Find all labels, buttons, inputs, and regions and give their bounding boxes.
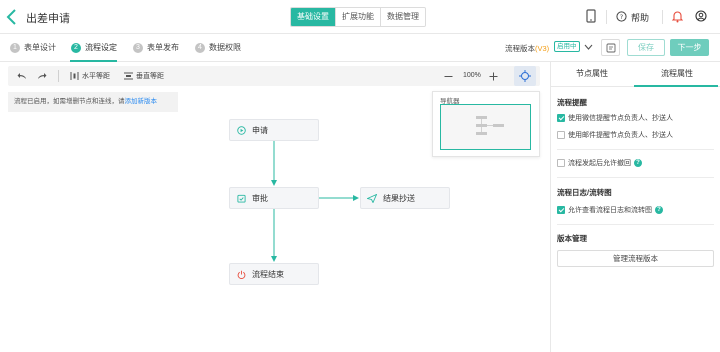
reminder-section-title: 流程提醒 [557,98,587,107]
log-section-title: 流程日志/流转图 [557,188,612,197]
node-label: 审批 [252,193,268,203]
panel-divider [557,177,714,178]
active-panel-tab-underline [634,85,718,87]
email-reminder-checkbox[interactable] [557,131,565,139]
node-label: 申请 [252,125,268,135]
node-apply[interactable]: 申请 [229,119,319,141]
allow-withdraw-checkbox[interactable] [557,159,565,167]
wechat-reminder-option[interactable]: 使用微信提醒节点负责人、抄送人 [557,113,673,123]
manage-versions-button[interactable]: 管理流程版本 [557,250,714,267]
send-icon [367,193,377,203]
node-flow-end[interactable]: 流程结束 [229,263,319,285]
allow-withdraw-label: 流程发起后允许撤回 [568,160,631,167]
play-circle-icon [236,125,246,135]
version-section-title: 版本管理 [557,234,587,243]
approval-form-icon [236,194,246,203]
view-log-checkbox[interactable] [557,206,565,214]
help-question-icon[interactable]: ? [655,206,663,214]
help-question-icon[interactable]: ? [634,159,642,167]
tab-node-properties[interactable]: 节点属性 [576,68,608,79]
wechat-reminder-checkbox[interactable] [557,114,565,122]
power-icon [237,270,245,279]
tab-flow-properties[interactable]: 流程属性 [661,68,693,79]
wechat-reminder-label: 使用微信提醒节点负责人、抄送人 [568,115,673,122]
node-label: 结果抄送 [383,193,415,203]
panel-divider [557,149,714,150]
node-approve[interactable]: 审批 [229,187,319,209]
allow-withdraw-option[interactable]: 流程发起后允许撤回 ? [557,158,642,168]
email-reminder-label: 使用邮件提醒节点负责人、抄送人 [568,132,673,139]
view-log-label: 允许查看流程日志和流转图 [568,207,652,214]
node-label: 流程结束 [252,269,284,279]
node-result-cc[interactable]: 结果抄送 [360,187,450,209]
email-reminder-option[interactable]: 使用邮件提醒节点负责人、抄送人 [557,130,673,140]
panel-divider [557,224,714,225]
view-log-option[interactable]: 允许查看流程日志和流转图 ? [557,205,663,215]
